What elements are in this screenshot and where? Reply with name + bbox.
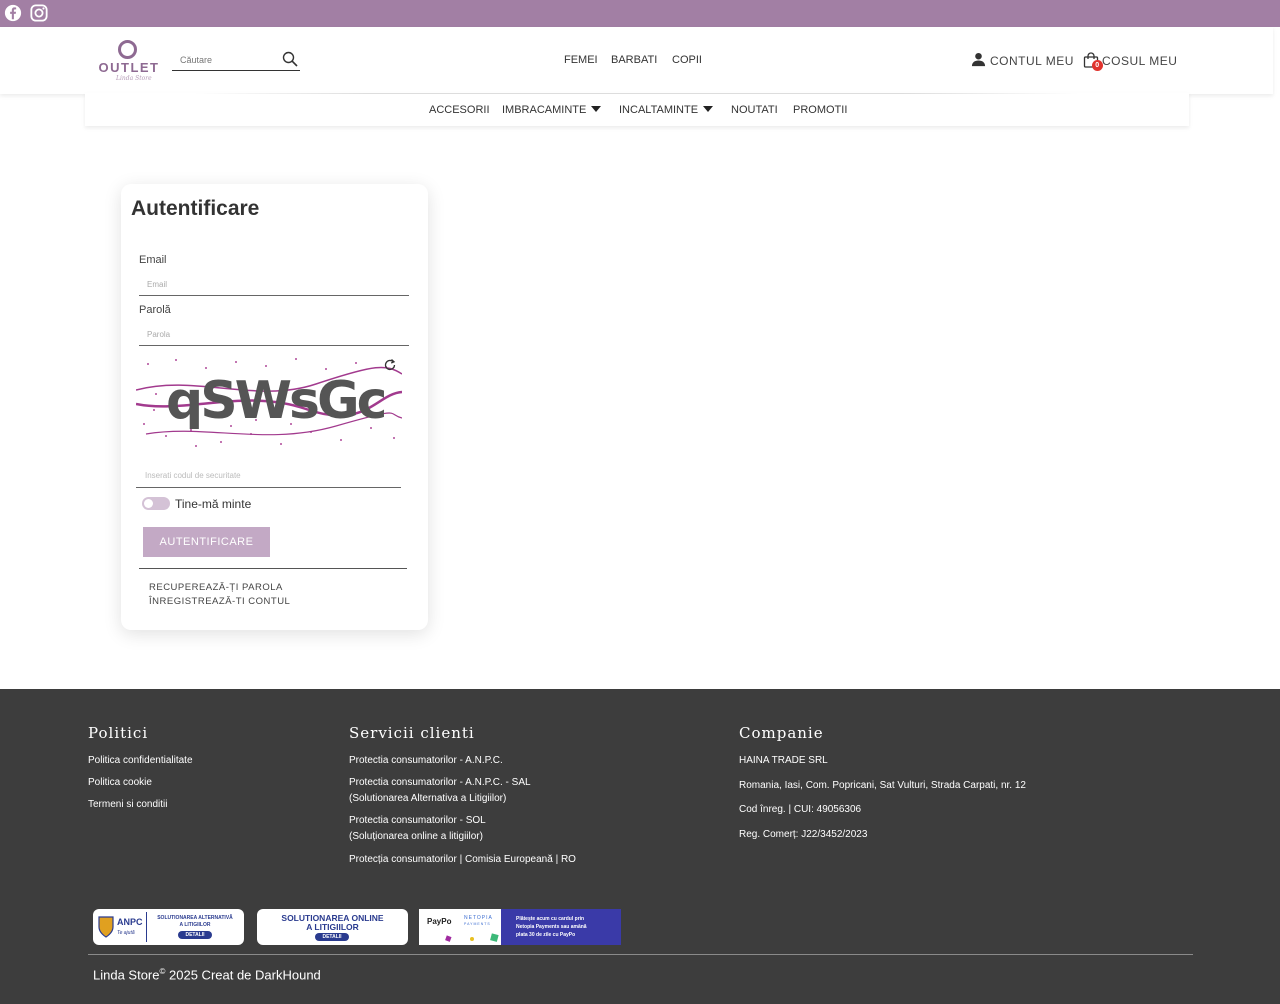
account-label: CONTUL MEU xyxy=(990,54,1074,68)
user-icon xyxy=(971,52,986,67)
paypo-message-3: plata 30 de zile cu PayPo xyxy=(516,932,576,938)
sol-detail-button: DETALII xyxy=(315,933,349,941)
caret-down-icon xyxy=(591,106,602,112)
sal-text-2: A LITIGIILOR xyxy=(179,922,211,928)
footer-link-terms[interactable]: Termeni si conditii xyxy=(88,797,167,813)
nav-imbracaminte-label: IMBRACAMINTE xyxy=(502,104,587,116)
logo-text: OUTLET xyxy=(98,60,160,75)
password-label: Parolă xyxy=(139,304,171,316)
password-field-wrapper xyxy=(139,324,409,346)
email-field-wrapper xyxy=(139,274,409,296)
remember-me-toggle[interactable] xyxy=(142,497,170,510)
nav-incaltaminte-label: INCALTAMINTE xyxy=(619,104,699,116)
register-account-link[interactable]: ÎNREGISTREAZĂ-TI CONTUL xyxy=(149,596,290,607)
password-field[interactable] xyxy=(139,324,409,345)
footer-text-sol: (Soluționarea online a litigiilor) xyxy=(349,831,483,842)
badge-separator xyxy=(146,912,147,942)
footer-divider xyxy=(88,954,1193,955)
nav-copii[interactable]: COPII xyxy=(672,54,702,66)
email-field[interactable] xyxy=(139,274,409,295)
footer-link-cookie[interactable]: Politica cookie xyxy=(88,775,152,791)
anpc-crest-icon xyxy=(98,916,114,938)
company-reg: Reg. Comerț: J22/3452/2023 xyxy=(739,829,868,840)
sol-text-2: A LITIGIILOR xyxy=(306,922,359,932)
sol-badge[interactable]: SOLUTIONAREA ONLINE A LITIGIILOR DETALII xyxy=(257,909,408,945)
anpc-title: ANPC xyxy=(117,917,143,927)
paypo-message-panel: Plătește acum cu cardul prin Netopia Pay… xyxy=(501,909,621,945)
site-header: OUTLET Linda Store FEMEI BARBATI COPII C… xyxy=(0,27,1273,94)
anpc-sal-badge[interactable]: ANPC Te ajută SOLUTIONAREA ALTERNATIVĂ A… xyxy=(93,909,244,945)
nav-noutati[interactable]: NOUTATI xyxy=(731,104,778,116)
security-code-wrapper xyxy=(136,464,401,488)
nav-incaltaminte[interactable]: INCALTAMINTE xyxy=(619,104,714,116)
cart-label: COSUL MEU xyxy=(1102,54,1178,68)
logo-subtext: Linda Store xyxy=(116,75,152,82)
paypo-netopia-badge[interactable]: PayPo NETOPIA PAYMENTS Plătește acum cu … xyxy=(419,909,621,945)
logo-ring xyxy=(118,40,137,59)
captcha-text: qSWsGc xyxy=(166,371,385,431)
decorative-shapes-icon xyxy=(445,933,499,942)
facebook-icon[interactable] xyxy=(4,4,22,22)
paypo-message-1: Plătește acum cu cardul prin xyxy=(516,916,585,922)
sal-text-1: SOLUTIONAREA ALTERNATIVĂ xyxy=(157,915,233,921)
paypo-logo: PayPo xyxy=(427,917,452,926)
footer-company-title: Companie xyxy=(739,724,824,742)
sal-detail-button: DETALII xyxy=(178,931,212,939)
footer-link-anpc-sal[interactable]: Protectia consumatorilor - A.N.P.C. - SA… xyxy=(349,775,531,791)
security-code-input[interactable] xyxy=(136,464,401,487)
footer-text-sal: (Solutionarea Alternativa a Litigiilor) xyxy=(349,793,507,804)
company-cui: Cod înreg. | CUI: 49056306 xyxy=(739,804,862,815)
company-name: HAINA TRADE SRL xyxy=(739,755,828,766)
refresh-captcha-icon[interactable] xyxy=(383,358,397,372)
store-logo[interactable]: OUTLET Linda Store xyxy=(98,40,160,82)
subnav-divider xyxy=(195,93,1079,94)
netopia-logo: NETOPIA xyxy=(464,915,493,921)
search-icon[interactable] xyxy=(282,51,298,67)
remember-me-label: Tine-mă minte xyxy=(175,497,252,511)
login-card: Autentificare Email Parolă qSWsGc Tine-m… xyxy=(121,184,428,630)
footer-link-privacy[interactable]: Politica confidentialitate xyxy=(88,753,193,769)
search-bar xyxy=(172,49,300,71)
search-input[interactable] xyxy=(172,52,272,68)
company-address: Romania, Iasi, Com. Popricani, Sat Vultu… xyxy=(739,780,1026,791)
footer-link-sol[interactable]: Protectia consumatorilor - SOL xyxy=(349,813,486,829)
card-divider xyxy=(139,568,407,569)
captcha-image: qSWsGc xyxy=(136,354,402,452)
copyright-rest: 2025 Creat de DarkHound xyxy=(165,967,321,983)
nav-accesorii[interactable]: ACCESORII xyxy=(429,104,490,116)
paypo-message-2: Netopia Payments sau amână xyxy=(516,924,587,930)
netopia-sub: PAYMENTS xyxy=(464,922,491,926)
footer-link-eu[interactable]: Protecția consumatorilor | Comisia Europ… xyxy=(349,852,576,868)
login-title: Autentificare xyxy=(131,197,260,220)
copyright-text: Linda Store© 2025 Creat de DarkHound xyxy=(93,967,321,982)
footer-services-title: Servicii clienti xyxy=(349,724,475,742)
copyright-brand: Linda Store xyxy=(93,967,160,983)
site-footer: Politici Politica confidentialitate Poli… xyxy=(0,689,1280,1004)
instagram-icon[interactable] xyxy=(30,4,48,22)
caret-down-icon xyxy=(703,106,714,112)
category-navigation: ACCESORII IMBRACAMINTE INCALTAMINTE NOUT… xyxy=(85,93,1189,126)
nav-imbracaminte[interactable]: IMBRACAMINTE xyxy=(502,104,602,116)
footer-policies-title: Politici xyxy=(88,724,149,742)
nav-barbati[interactable]: BARBATI xyxy=(611,54,657,66)
footer-link-anpc[interactable]: Protectia consumatorilor - A.N.P.C. xyxy=(349,753,503,769)
social-top-bar xyxy=(0,0,1280,27)
toggle-knob xyxy=(144,499,153,508)
nav-femei[interactable]: FEMEI xyxy=(564,54,598,66)
nav-promotii[interactable]: PROMOTII xyxy=(793,104,847,116)
recover-password-link[interactable]: RECUPEREAZĂ-ȚI PAROLA xyxy=(149,582,283,593)
login-button[interactable]: AUTENTIFICARE xyxy=(143,527,270,557)
email-label: Email xyxy=(139,254,167,266)
anpc-subtitle: Te ajută xyxy=(117,930,135,936)
